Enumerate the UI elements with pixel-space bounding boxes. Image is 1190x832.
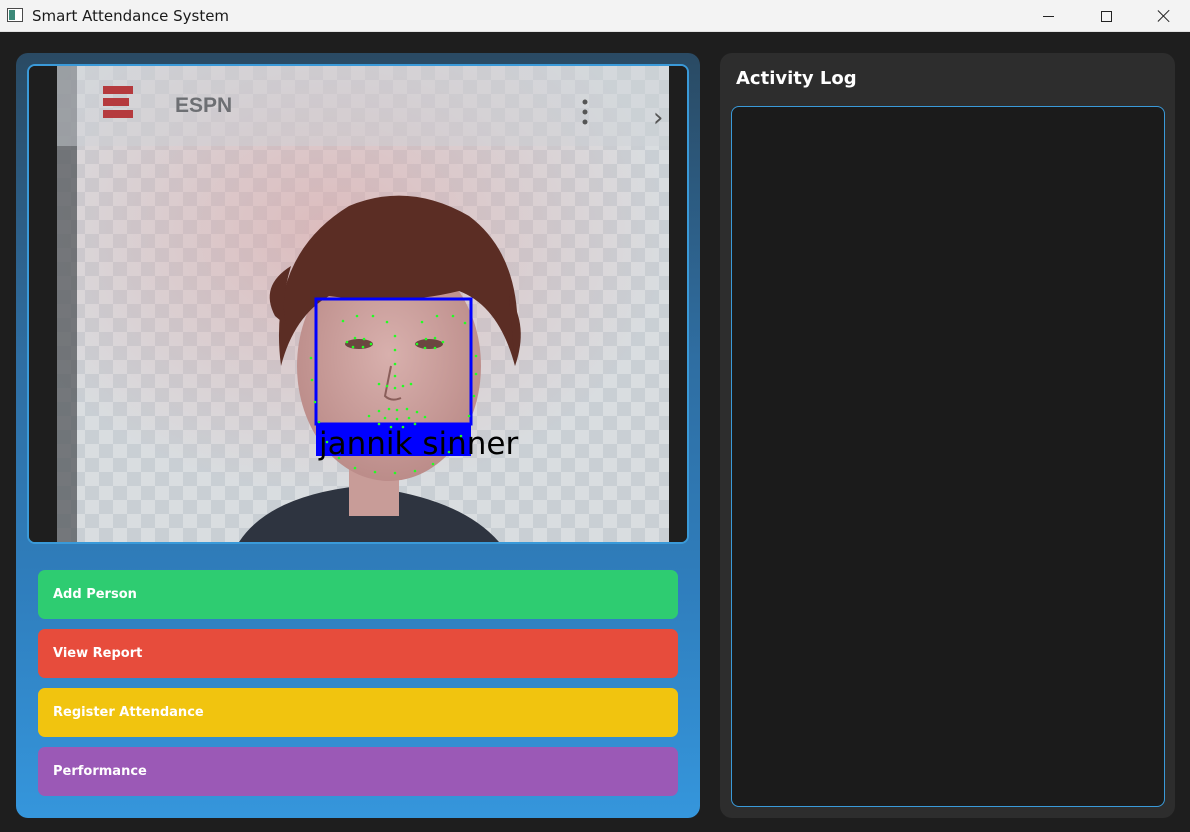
activity-log-title: Activity Log [736,68,857,89]
camera-feed: ESPN › jannik sinner [27,64,689,544]
espn-label: ESPN [175,94,232,117]
espn-logo-icon [103,86,133,118]
camera-image: ESPN › jannik sinner [29,66,687,542]
close-button[interactable] [1135,0,1190,32]
kebab-menu-icon [582,99,588,125]
add-person-button[interactable]: Add Person [38,570,678,619]
recognized-name-label: jannik sinner [318,426,518,462]
window-titlebar: Smart Attendance System [0,0,1190,32]
window-title: Smart Attendance System [32,7,230,25]
camera-panel: ESPN › jannik sinner Add Person View Rep… [16,53,700,818]
activity-log-panel: Activity Log [720,53,1175,818]
minimize-button[interactable] [1019,0,1077,32]
maximize-icon [1100,10,1112,22]
minimize-icon [1042,15,1054,17]
performance-button[interactable]: Performance [38,747,678,796]
register-attendance-button[interactable]: Register Attendance [38,688,678,737]
maximize-button[interactable] [1077,0,1135,32]
activity-log-textarea[interactable] [731,106,1165,807]
app-icon [7,8,23,22]
close-icon [1157,9,1171,23]
chevron-right-icon: › [653,103,663,133]
view-report-button[interactable]: View Report [38,629,678,678]
